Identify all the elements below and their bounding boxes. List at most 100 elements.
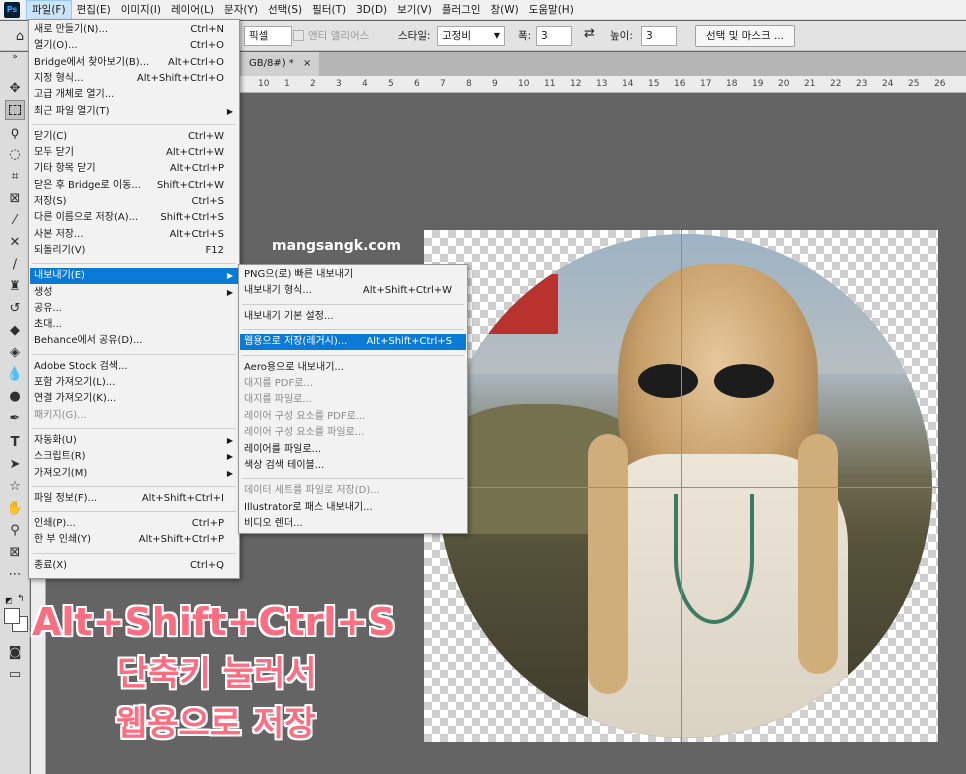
- healing-tool-icon[interactable]: ✕: [5, 232, 25, 252]
- history-brush-tool-icon[interactable]: ↺: [5, 298, 25, 318]
- paint-bucket-tool-icon[interactable]: ◈: [5, 342, 25, 362]
- file-menu-item[interactable]: 열기(O)... Ctrl+O: [30, 38, 238, 54]
- screen-mode-icon[interactable]: ▭: [5, 664, 25, 684]
- export-menu-item[interactable]: 색상 검색 테이블...: [240, 458, 466, 474]
- vertical-guide[interactable]: [681, 230, 682, 742]
- select-and-mask-button[interactable]: 선택 및 마스크 ...: [695, 25, 795, 47]
- ruler-tick-label: 19: [752, 79, 764, 89]
- menu-item-8[interactable]: 보기(V): [392, 0, 437, 20]
- lasso-tool-icon[interactable]: ϙ: [5, 122, 25, 142]
- blur-tool-icon[interactable]: 💧: [5, 364, 25, 384]
- brush-tool-icon[interactable]: ∕: [5, 254, 25, 274]
- file-menu-item[interactable]: 연결 가져오기(K)...: [30, 391, 238, 407]
- menu-item-label: Aero용으로 내보내기...: [244, 361, 344, 373]
- file-menu-item[interactable]: Behance에서 공유(D)...: [30, 333, 238, 349]
- menu-item-3[interactable]: 레이어(L): [166, 0, 219, 20]
- feather-input[interactable]: 픽셀: [244, 26, 292, 46]
- file-menu-item[interactable]: 다른 이름으로 저장(A)... Shift+Ctrl+S: [30, 210, 238, 226]
- export-menu-item[interactable]: Illustrator로 패스 내보내기...: [240, 500, 466, 516]
- quick-select-tool-icon[interactable]: ◌: [5, 144, 25, 164]
- artboard-tool-icon[interactable]: ⊠: [5, 542, 25, 562]
- export-menu-item[interactable]: 내보내기 형식... Alt+Shift+Ctrl+W: [240, 283, 466, 299]
- file-menu-item[interactable]: 파일 정보(F)... Alt+Shift+Ctrl+I: [30, 491, 238, 507]
- path-select-tool-icon[interactable]: ➤: [5, 454, 25, 474]
- export-menu-item[interactable]: Aero용으로 내보내기...: [240, 360, 466, 376]
- move-tool-icon[interactable]: ✥: [5, 78, 25, 98]
- export-menu-item[interactable]: 레이어를 파일로...: [240, 442, 466, 458]
- file-menu-item[interactable]: 사본 저장... Alt+Ctrl+S: [30, 227, 238, 243]
- menu-item-shortcut: Shift+Ctrl+W: [156, 179, 224, 191]
- menu-item-1[interactable]: 편집(E): [72, 0, 116, 20]
- height-input[interactable]: 3: [641, 26, 677, 46]
- file-menu-item[interactable]: 최근 파일 열기(T) ▶: [30, 104, 238, 120]
- menu-item-shortcut: Ctrl+N: [190, 24, 224, 35]
- file-menu-item[interactable]: 내보내기(E) ▶: [30, 268, 238, 285]
- foreground-color-swatch[interactable]: [4, 608, 20, 624]
- menu-item-4[interactable]: 문자(Y): [219, 0, 263, 20]
- file-menu-item[interactable]: 종료(X) Ctrl+Q: [30, 558, 238, 574]
- menu-item-label: 다른 이름으로 저장(A)...: [34, 212, 139, 224]
- home-icon[interactable]: ⌂: [10, 26, 30, 46]
- ruler-tick-label: 8: [466, 79, 472, 89]
- swap-colors-icon[interactable]: ↰: [17, 594, 25, 604]
- panel-collapse-icon[interactable]: »: [5, 52, 25, 62]
- file-menu-item[interactable]: 한 부 인쇄(Y) Alt+Shift+Ctrl+P: [30, 532, 238, 548]
- eyedropper-tool-icon[interactable]: ⁄: [5, 210, 25, 230]
- hand-tool-icon[interactable]: ✋: [5, 498, 25, 518]
- file-menu-item[interactable]: 저장(S) Ctrl+S: [30, 194, 238, 210]
- type-tool-icon[interactable]: T: [5, 432, 25, 452]
- crop-tool-icon[interactable]: ⌗: [5, 166, 25, 186]
- export-menu-item[interactable]: 비디오 렌더...: [240, 516, 466, 532]
- file-menu-item[interactable]: 스크립트(R) ▶: [30, 449, 238, 465]
- file-menu-item[interactable]: 포함 가져오기(L)...: [30, 375, 238, 391]
- menu-item-5[interactable]: 선택(S): [263, 0, 307, 20]
- document-tab[interactable]: GB/8#) * ×: [241, 52, 320, 76]
- ruler-tick-label: 2: [310, 79, 316, 89]
- frame-tool-icon[interactable]: ⊠: [5, 188, 25, 208]
- file-menu-item[interactable]: 생성 ▶: [30, 285, 238, 301]
- menu-item-shortcut: Alt+Shift+Ctrl+O: [136, 72, 224, 84]
- style-select[interactable]: 고정비 ▼: [437, 26, 505, 46]
- quick-mask-icon[interactable]: ◙: [5, 642, 25, 662]
- file-menu-item[interactable]: 되돌리기(V) F12: [30, 243, 238, 259]
- file-menu-item[interactable]: Bridge에서 찾아보기(B)... Alt+Ctrl+O: [30, 55, 238, 71]
- zoom-tool-icon[interactable]: ⚲: [5, 520, 25, 540]
- menu-item-10[interactable]: 창(W): [485, 0, 523, 20]
- close-icon[interactable]: ×: [303, 58, 311, 69]
- file-menu-item[interactable]: 고급 개체로 열기...: [30, 87, 238, 103]
- file-menu-item[interactable]: 지정 형식... Alt+Shift+Ctrl+O: [30, 71, 238, 87]
- pen-tool-icon[interactable]: ✒: [5, 408, 25, 428]
- file-menu-item[interactable]: 초대...: [30, 317, 238, 333]
- menu-item-2[interactable]: 이미지(I): [116, 0, 166, 20]
- menu-item-0[interactable]: 파일(F): [26, 0, 72, 20]
- file-menu-item[interactable]: 공유...: [30, 301, 238, 317]
- eraser-tool-icon[interactable]: ◆: [5, 320, 25, 340]
- file-menu-item[interactable]: 모두 닫기 Alt+Ctrl+W: [30, 145, 238, 161]
- export-menu-item[interactable]: PNG으(로) 빠른 내보내기: [240, 267, 466, 283]
- width-input[interactable]: 3: [536, 26, 572, 46]
- file-menu-item[interactable]: 닫은 후 Bridge로 이동... Shift+Ctrl+W: [30, 178, 238, 194]
- file-menu-item[interactable]: 가져오기(M) ▶: [30, 466, 238, 482]
- menu-item-9[interactable]: 플러그인: [437, 0, 486, 20]
- stamp-tool-icon[interactable]: ♜: [5, 276, 25, 296]
- antialias-checkbox[interactable]: [293, 30, 304, 41]
- file-menu-item[interactable]: 기타 항목 닫기 Alt+Ctrl+P: [30, 161, 238, 177]
- file-menu-item[interactable]: 닫기(C) Ctrl+W: [30, 129, 238, 145]
- dodge-tool-icon[interactable]: ●: [5, 386, 25, 406]
- menu-item-11[interactable]: 도움말(H): [524, 0, 579, 20]
- export-menu-item[interactable]: 웹용으로 저장(레거시)... Alt+Shift+Ctrl+S: [240, 334, 466, 351]
- default-colors-icon[interactable]: ◩: [5, 596, 13, 605]
- menu-item-6[interactable]: 필터(T): [307, 0, 351, 20]
- menu-item-7[interactable]: 3D(D): [351, 0, 392, 20]
- shape-tool-icon[interactable]: ☆: [5, 476, 25, 496]
- marquee-tool-icon[interactable]: [5, 100, 25, 120]
- export-menu-item[interactable]: 내보내기 기본 설정...: [240, 309, 466, 325]
- ruler-tick-label: 14: [622, 79, 634, 89]
- menu-item-label: Behance에서 공유(D)...: [34, 335, 143, 347]
- file-menu-item[interactable]: 새로 만들기(N)... Ctrl+N: [30, 22, 238, 38]
- more-tools-icon[interactable]: ⋯: [5, 564, 25, 584]
- swap-icon[interactable]: ⇄: [584, 26, 595, 41]
- file-menu-item[interactable]: 자동화(U) ▶: [30, 433, 238, 449]
- file-menu-item[interactable]: 인쇄(P)... Ctrl+P: [30, 516, 238, 532]
- file-menu-item[interactable]: Adobe Stock 검색...: [30, 359, 238, 375]
